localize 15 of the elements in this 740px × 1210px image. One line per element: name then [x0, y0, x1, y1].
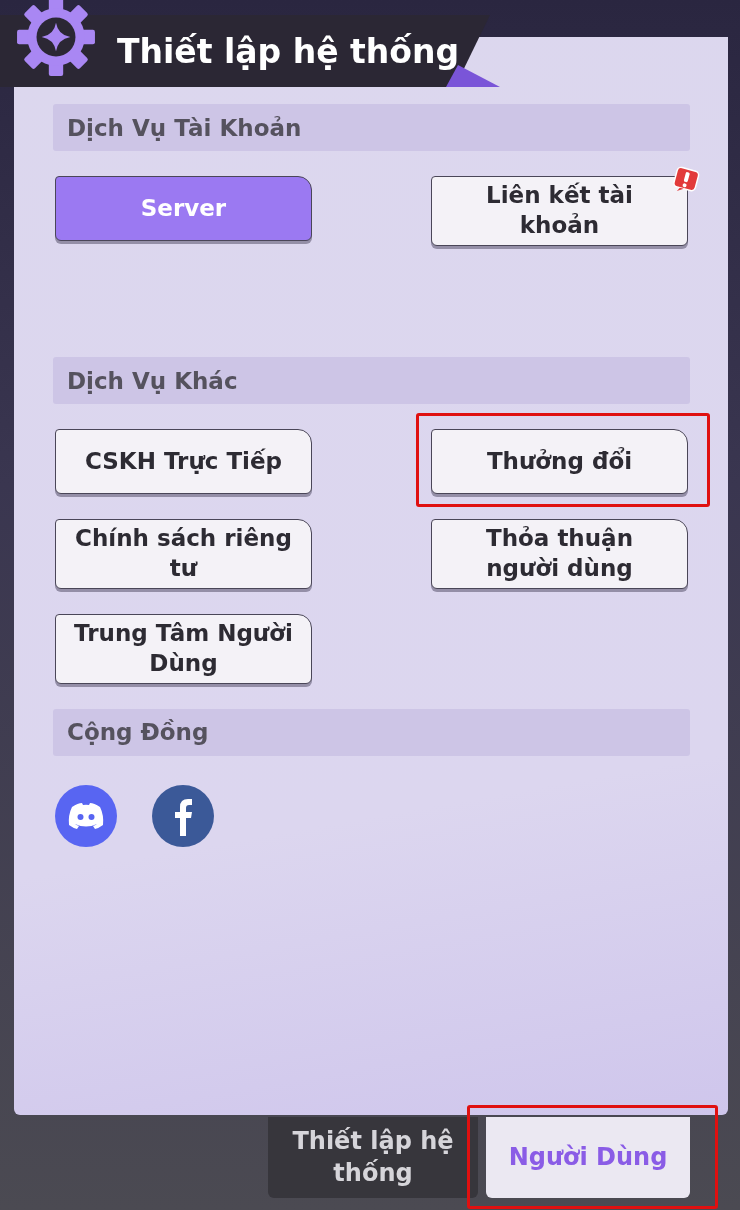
menu-button[interactable]: Thỏa thuận người dùng: [431, 519, 688, 589]
tab[interactable]: Người Dùng: [486, 1117, 690, 1198]
section-header: Dịch Vụ Khác: [53, 357, 690, 404]
facebook-icon[interactable]: [152, 784, 214, 847]
gear-icon: [15, 0, 97, 78]
discord-icon[interactable]: [55, 784, 117, 847]
window-title: Thiết lập hệ thống: [117, 31, 460, 71]
section-header: Cộng Đồng: [53, 708, 690, 756]
menu-button[interactable]: CSKH Trực Tiếp: [55, 429, 312, 494]
menu-button[interactable]: Liên kết tài khoản: [431, 176, 688, 246]
menu-button[interactable]: Trung Tâm Người Dùng: [55, 613, 312, 684]
menu-button[interactable]: Chính sách riêng tư: [55, 519, 312, 589]
tab[interactable]: Thiết lập hệ thống: [268, 1117, 478, 1198]
section-header: Dịch Vụ Tài Khoản: [53, 104, 690, 151]
menu-button[interactable]: Thưởng đổi: [431, 429, 688, 494]
